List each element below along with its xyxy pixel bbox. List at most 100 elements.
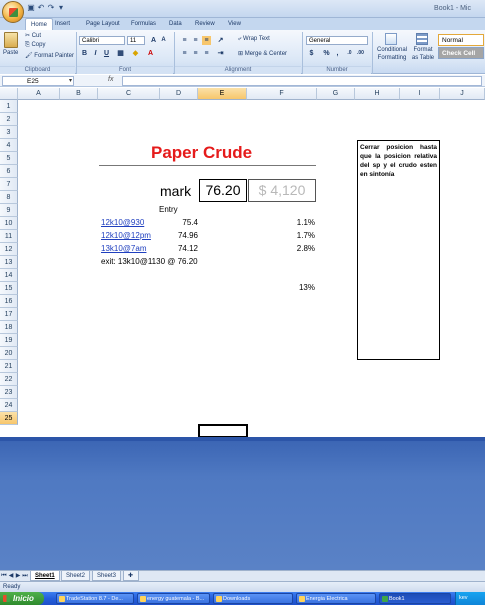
row-header-25[interactable]: 25 [0,412,18,425]
cut-button[interactable]: ✂ Cut [25,32,41,39]
column-header-a[interactable]: A [18,88,60,100]
insert-function-icon[interactable]: fx [108,76,113,83]
start-button[interactable]: Inicio [0,592,44,605]
row-header-21[interactable]: 21 [0,360,18,373]
copy-button[interactable]: ⎘ Copy [25,42,45,49]
insert-sheet-icon[interactable]: ✚ [123,571,139,581]
row-header-20[interactable]: 20 [0,347,18,360]
indent-icon[interactable]: ⇥ [216,49,225,58]
paste-button[interactable]: Paste [3,50,18,56]
trade-3-price[interactable]: 74.12 [160,243,198,255]
note-text-box[interactable]: Cerrar posicion hasta que la posicion re… [357,140,440,360]
row-header-5[interactable]: 5 [0,152,18,165]
percent-icon[interactable]: % [322,49,331,58]
save-icon[interactable]: ▣ [26,3,36,13]
shrink-font-icon[interactable]: A [159,36,168,45]
font-name-combo[interactable]: Calibri [79,36,125,45]
redo-icon[interactable]: ↷ [46,3,56,13]
mark-value[interactable]: 76.20 [199,179,247,202]
active-cell-e25[interactable] [198,424,248,437]
row-header-23[interactable]: 23 [0,386,18,399]
row-header-11[interactable]: 11 [0,230,18,243]
orientation-icon[interactable]: ↗ [216,36,225,45]
taskbar-item-downloads[interactable]: Downloads [213,593,293,604]
select-all-corner[interactable] [0,88,18,100]
row-header-1[interactable]: 1 [0,100,18,113]
row-header-18[interactable]: 18 [0,321,18,334]
tab-page-layout[interactable]: Page Layout [81,18,125,30]
sheet-tab-1[interactable]: Sheet1 [30,571,60,581]
next-sheet-icon[interactable]: ▶ [15,572,21,580]
column-header-b[interactable]: B [60,88,98,100]
customize-quick-access-icon[interactable]: ▾ [56,3,66,13]
taskbar-item-tradestation[interactable]: TradeStation 8.7 - De... [56,593,134,604]
mark-dollar-value[interactable]: $ 4,120 [248,179,316,202]
office-button[interactable] [2,1,24,23]
conditional-formatting-button[interactable]: Conditional [376,47,408,53]
system-tray[interactable]: kev [455,592,485,605]
row-header-2[interactable]: 2 [0,113,18,126]
column-header-h[interactable]: H [355,88,400,100]
align-top-icon[interactable]: ≡ [180,36,189,45]
formula-input[interactable] [122,76,482,86]
format-as-table-icon[interactable] [416,33,428,45]
align-bottom-icon[interactable]: ≡ [202,36,211,45]
prev-sheet-icon[interactable]: ◀ [8,572,14,580]
row-header-9[interactable]: 9 [0,204,18,217]
trade-1-price[interactable]: 75.4 [160,217,198,229]
entry-header[interactable]: Entry [159,204,178,216]
column-header-c[interactable]: C [98,88,160,100]
row-header-3[interactable]: 3 [0,126,18,139]
number-format-combo[interactable]: General [306,36,368,45]
wrap-text-button[interactable]: ⤶ Wrap Text [238,36,270,43]
first-sheet-icon[interactable]: ⏮ [1,572,7,580]
row-header-6[interactable]: 6 [0,165,18,178]
column-header-d[interactable]: D [160,88,198,100]
underline-button[interactable]: U [102,49,111,58]
exit-cell[interactable]: exit: 13k10@1130 @ 76.20 [101,256,198,268]
grow-font-icon[interactable]: A [149,36,158,45]
bold-button[interactable]: B [80,49,89,58]
sheet-tab-2[interactable]: Sheet2 [61,571,91,581]
row-header-17[interactable]: 17 [0,308,18,321]
trade-2-price[interactable]: 74.96 [160,230,198,242]
column-header-g[interactable]: G [317,88,355,100]
last-sheet-icon[interactable]: ⏭ [22,572,28,580]
column-header-e[interactable]: E [198,88,247,100]
title-cell[interactable]: Paper Crude [151,143,252,163]
row-header-13[interactable]: 13 [0,256,18,269]
row-header-14[interactable]: 14 [0,269,18,282]
merge-center-button[interactable]: ⊞ Merge & Center [238,50,287,57]
trade-1-label[interactable]: 12k10@930 [101,217,144,229]
paste-icon[interactable] [4,32,18,48]
name-box-dropdown-icon[interactable]: ▾ [69,77,72,84]
font-size-combo[interactable]: 11 [127,36,145,45]
column-header-f[interactable]: F [247,88,317,100]
mark-label[interactable]: mark [160,182,191,200]
name-box[interactable]: E25 [2,76,74,86]
row-header-24[interactable]: 24 [0,399,18,412]
currency-icon[interactable]: $ [307,49,316,58]
row-header-15[interactable]: 15 [0,282,18,295]
tab-review[interactable]: Review [190,18,220,30]
worksheet-grid[interactable]: A B C D E F G H I J 1 2 3 4 5 6 7 8 9 10 11 12 13 14 1… [0,88,485,437]
tab-view[interactable]: View [223,18,246,30]
row-header-16[interactable]: 16 [0,295,18,308]
total-pct[interactable]: 13% [247,282,315,294]
taskbar-item-energy-guatemala[interactable]: energy guatemala - B... [137,593,210,604]
row-header-10[interactable]: 10 [0,217,18,230]
increase-decimal-icon[interactable]: .0 [345,49,354,58]
undo-icon[interactable]: ↶ [36,3,46,13]
italic-button[interactable]: I [91,49,100,58]
column-header-j[interactable]: J [440,88,485,100]
tab-formulas[interactable]: Formulas [126,18,161,30]
tab-home[interactable]: Home [25,18,54,30]
align-left-icon[interactable]: ≡ [180,49,189,58]
trade-2-label[interactable]: 12k10@12pm [101,230,151,242]
tab-insert[interactable]: Insert [50,18,75,30]
row-header-7[interactable]: 7 [0,178,18,191]
decrease-decimal-icon[interactable]: .00 [356,49,365,58]
align-middle-icon[interactable]: ≡ [191,36,200,45]
conditional-formatting-icon[interactable] [385,33,397,45]
align-center-icon[interactable]: ≡ [191,49,200,58]
